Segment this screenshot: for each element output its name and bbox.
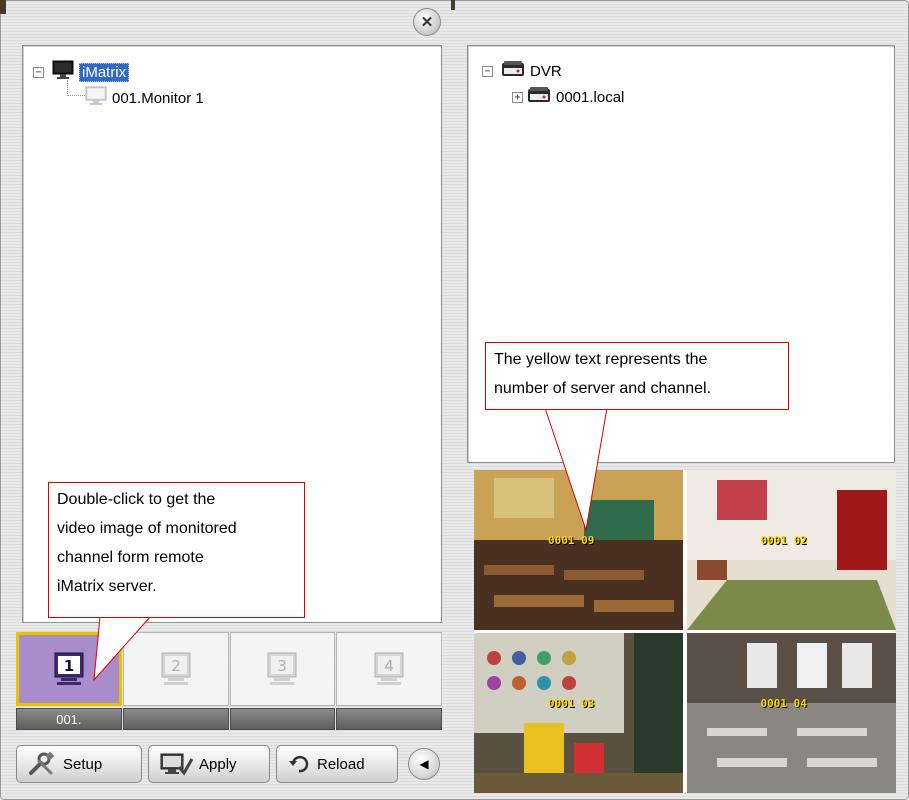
callout-line: iMatrix server. <box>57 578 157 595</box>
setup-label: Setup <box>63 755 103 773</box>
monitor-number-strip: 001. <box>16 708 443 730</box>
callout-line: number of server and channel. <box>494 380 712 397</box>
monitor-apply-icon <box>159 751 193 777</box>
monitor-2-icon: 2 <box>161 652 191 685</box>
monitor-3-icon: 3 <box>267 652 297 685</box>
window-corner-mark <box>0 0 6 14</box>
window-split-mark <box>451 0 455 10</box>
setup-button[interactable]: Setup <box>16 745 142 783</box>
classroom-image <box>474 470 683 630</box>
playroom-image <box>474 633 683 793</box>
camera-view-3[interactable]: 0001 03 <box>474 633 684 793</box>
monitor-thumbnail-3[interactable]: 3 <box>229 632 336 706</box>
close-button[interactable]: ✕ <box>413 8 441 36</box>
collapse-icon[interactable]: − <box>33 66 44 78</box>
camera-label: 0001 09 <box>548 534 595 547</box>
reload-button[interactable]: Reload <box>276 745 398 783</box>
monitor-icon <box>85 86 107 110</box>
monitor-number-3 <box>229 708 336 730</box>
tree-node-local[interactable]: + 0001.local <box>512 86 624 108</box>
tree-label-dvr: DVR <box>530 62 562 80</box>
old-classroom-image <box>686 633 896 793</box>
tree-label-imatrix: iMatrix <box>79 62 130 82</box>
monitor-4-icon: 4 <box>374 652 404 685</box>
monitor-thumbnail-4[interactable]: 4 <box>336 632 442 706</box>
camera-view-4[interactable]: 0001 04 <box>686 633 897 793</box>
tree-label-monitor-1: 001.Monitor 1 <box>112 89 204 107</box>
camera-label: 0001 03 <box>548 697 595 710</box>
callout-line: Double-click to get the <box>57 491 216 508</box>
expand-icon[interactable]: + <box>512 91 523 103</box>
monitor-1-icon: 1 <box>54 652 84 685</box>
arrow-left-icon: ◀ <box>419 757 429 771</box>
callout-line: The yellow text represents the <box>494 351 708 368</box>
tree-node-dvr[interactable]: − DVR <box>482 60 562 82</box>
monitor-number-1: 001. <box>16 708 122 730</box>
dvr-icon <box>501 60 525 82</box>
tree-connector <box>67 80 87 96</box>
callout-yellow-text: The yellow text represents the number of… <box>485 342 789 410</box>
thumb-number: 1 <box>64 657 74 675</box>
dvr-icon <box>527 86 551 108</box>
thumb-number: 3 <box>278 657 288 675</box>
reload-icon <box>287 752 311 776</box>
tree-node-monitor-1[interactable]: 001.Monitor 1 <box>85 86 204 110</box>
collapse-panel-button[interactable]: ◀ <box>408 748 440 780</box>
apply-label: Apply <box>199 755 237 773</box>
room-image <box>686 470 896 630</box>
thumb-number: 4 <box>384 657 394 675</box>
monitor-thumbnail-strip: 1 2 3 4 <box>16 632 443 706</box>
apply-button[interactable]: Apply <box>148 745 270 783</box>
monitor-number-2 <box>122 708 229 730</box>
thumb-number: 2 <box>171 657 181 675</box>
monitor-number-4 <box>336 708 442 730</box>
bottom-toolbar: Setup Apply Reload ◀ <box>16 744 440 784</box>
video-grid[interactable]: 0001 09 0001 02 0001 03 0001 04 <box>474 470 896 793</box>
camera-label: 0001 02 <box>760 534 807 547</box>
close-icon: ✕ <box>420 14 434 31</box>
camera-label: 0001 04 <box>760 697 807 710</box>
monitor-thumbnail-2[interactable]: 2 <box>122 632 229 706</box>
monitor-thumbnail-1[interactable]: 1 <box>16 632 122 706</box>
reload-label: Reload <box>317 755 365 773</box>
collapse-icon[interactable]: − <box>482 65 493 77</box>
callout-double-click: Double-click to get the video image of m… <box>48 482 305 618</box>
callout-line: channel form remote <box>57 549 204 566</box>
camera-view-2[interactable]: 0001 02 <box>686 470 897 630</box>
tools-icon <box>27 751 57 777</box>
tree-label-local: 0001.local <box>556 88 625 106</box>
callout-line: video image of monitored <box>57 520 237 537</box>
camera-view-1[interactable]: 0001 09 <box>474 470 684 630</box>
